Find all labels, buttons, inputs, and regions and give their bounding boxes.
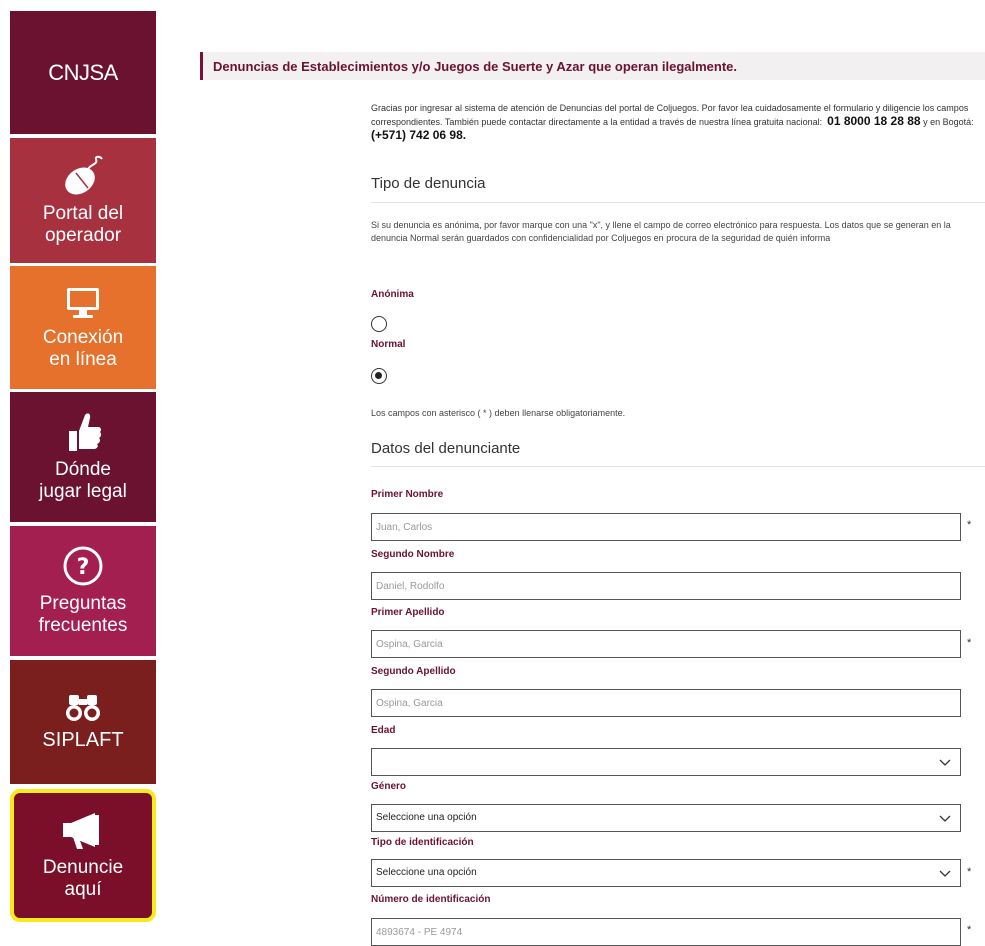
sidebar-item-preguntas[interactable]: ? Preguntas frecuentes [10,526,156,656]
radio-label-normal: Normal [371,339,406,350]
field-label-genero: Género [371,781,407,792]
section-title-datos: Datos del denunciante [371,440,521,457]
svg-text:?: ? [77,555,90,580]
field-label-segundo-nombre: Segundo Nombre [371,549,455,560]
sidebar-item-label: Dónde [55,459,111,480]
page-header: Denuncias de Establecimientos y/o Juegos… [200,52,985,80]
field-label-primer-nombre: Primer Nombre [371,489,444,500]
numero-identificacion-input[interactable] [371,918,961,946]
sidebar-item-label: en línea [49,348,117,370]
phone-national: 01 8000 18 28 88 [827,114,921,128]
field-label-primer-apellido: Primer Apellido [371,607,445,618]
sidebar-item-label: Portal del [42,202,124,224]
required-asterisk: * [967,866,972,878]
required-asterisk: * [967,637,972,649]
edad-select[interactable] [371,748,961,776]
chevron-down-icon [939,870,951,877]
field-label-segundo-apellido: Segundo Apellido [371,666,456,677]
sidebar-item-siplaft[interactable]: SIPLAFT [10,660,156,784]
sidebar-item-label: operador [44,224,122,246]
sidebar-item-label: CNJSA [48,59,118,85]
sidebar-item-label: jugar legal [39,481,127,502]
field-label-tipo-identificacion: Tipo de identificación [371,837,474,848]
thumbs-up-icon [69,413,102,451]
page-title: Denuncias de Establecimientos y/o Juegos… [213,59,738,74]
required-asterisk: * [967,924,972,936]
sidebar-item-label: SIPLAFT [42,729,124,751]
radio-anonima[interactable] [371,316,387,332]
genero-select[interactable]: Seleccione una opción [371,804,961,832]
required-note: Los campos con asterisco ( * ) deben lle… [371,408,626,418]
tipo-identificacion-select[interactable]: Seleccione una opción [371,859,961,887]
divider [371,202,985,203]
radio-normal[interactable] [371,368,387,384]
sidebar-item-label: Conexión [42,326,124,348]
phone-bogota: (+571) 742 06 98. [371,128,467,142]
tipo-identificacion-value: Seleccione una opción [376,867,477,878]
sidebar-item-label: Preguntas [39,593,127,614]
sidebar-item-label: frecuentes [38,615,128,636]
question-icon: ? [63,546,103,586]
intro-text: Gracias por ingresar al sistema de atenc… [371,102,985,143]
divider [371,466,985,467]
binoculars-icon [66,695,100,721]
mouse-icon [65,155,103,194]
radio-label-anonima: Anónima [371,289,414,300]
sidebar-item-donde-jugar[interactable]: Dónde jugar legal [10,392,156,522]
sidebar-item-portal-operador[interactable]: Portal del operador [10,138,156,263]
genero-value: Seleccione una opción [376,812,477,823]
segundo-nombre-input[interactable] [371,572,961,600]
sidebar-item-denuncie[interactable]: Denuncie aquí [10,789,156,922]
field-label-edad: Edad [371,725,396,736]
segundo-apellido-input[interactable] [371,689,961,717]
chevron-down-icon [939,815,951,822]
sidebar-item-cnjsa[interactable]: CNJSA [10,11,156,134]
section-title-tipo: Tipo de denuncia [371,175,486,192]
required-asterisk: * [967,519,972,531]
sidebar-item-conexion-linea[interactable]: Conexión en línea [10,266,156,389]
sidebar-item-label: aquí [64,878,102,900]
field-label-numero-identificacion: Número de identificación [371,894,491,905]
megaphone-icon [63,812,99,849]
anonymous-note: Si su denuncia es anónima, por favor mar… [371,220,951,243]
sidebar-item-label: Denuncie [42,856,124,878]
primer-nombre-input[interactable] [371,513,961,541]
chevron-down-icon [939,759,951,766]
monitor-icon [67,287,99,318]
primer-apellido-input[interactable] [371,630,961,658]
bogota-label: y en Bogotá: [923,117,974,127]
